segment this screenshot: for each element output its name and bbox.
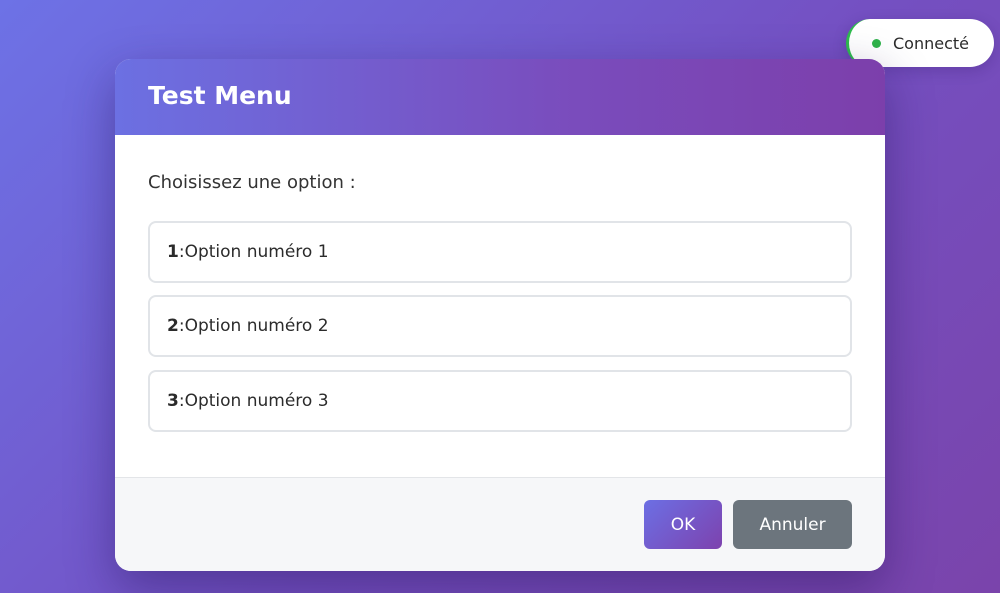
option-number: 1 (167, 242, 179, 262)
option-label: Option numéro 1 (184, 242, 329, 262)
cancel-button[interactable]: Annuler (733, 500, 852, 549)
option-label: Option numéro 3 (184, 391, 329, 411)
menu-dialog: Test Menu Choisissez une option : 1: Opt… (115, 59, 885, 571)
option-number: 2 (167, 316, 179, 336)
dialog-title: Test Menu (148, 81, 292, 110)
dialog-footer: OK Annuler (115, 477, 885, 571)
option-label: Option numéro 2 (184, 316, 329, 336)
status-dot-icon (872, 38, 881, 48)
option-item-2[interactable]: 2: Option numéro 2 (148, 295, 852, 357)
option-item-3[interactable]: 3: Option numéro 3 (148, 370, 852, 432)
dialog-header: Test Menu (115, 59, 885, 135)
option-item-1[interactable]: 1: Option numéro 1 (148, 221, 852, 283)
option-number: 3 (167, 391, 179, 411)
dialog-prompt: Choisissez une option : (148, 172, 356, 193)
connection-status-label: Connecté (893, 33, 969, 53)
ok-button[interactable]: OK (644, 500, 722, 549)
